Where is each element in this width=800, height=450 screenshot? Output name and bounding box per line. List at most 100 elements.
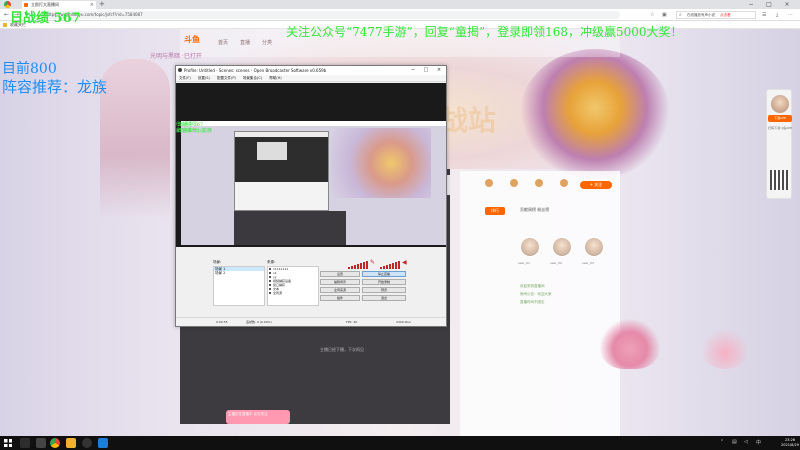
close-window-button[interactable]: × (780, 0, 794, 9)
obs-window[interactable]: Profile: Untitled - Scenes: scenes - Ope… (175, 65, 447, 327)
obs-title-bar: Profile: Untitled - Scenes: scenes - Ope… (176, 66, 446, 75)
search-hot-link[interactable]: 点击看 (720, 13, 731, 17)
url-field[interactable]: https://www.douyu.com/topic/jsfcf?rid=75… (40, 11, 620, 19)
volume-meter (386, 265, 388, 269)
minimize-button[interactable]: − (744, 0, 758, 9)
menu-help[interactable]: 帮助(H) (269, 76, 281, 80)
checkbox[interactable] (269, 272, 271, 274)
tab-close-icon[interactable]: × (90, 1, 94, 9)
scene-item[interactable]: 场景 2 (214, 271, 264, 275)
checkbox[interactable] (269, 284, 271, 286)
volume-meter (395, 262, 397, 269)
start-record-button[interactable]: 开始录制 (362, 279, 406, 285)
tray-arrow-icon[interactable]: ⌃ (720, 439, 724, 445)
menu-file[interactable]: 文件(F) (179, 76, 191, 80)
site-logo[interactable]: 斗鱼 (184, 34, 200, 45)
checkbox[interactable] (269, 288, 271, 290)
obs-status-bar: 0:00:55 丢帧数: 0 (0.00%) FPS: 30 2400 kb/s (176, 317, 446, 325)
search-icon: ⌕ (679, 12, 682, 18)
hero-left-art (100, 59, 170, 219)
nested-preview-inner (257, 142, 287, 160)
lotus-decoration (600, 319, 660, 369)
extension-icon[interactable]: ▣ (662, 11, 667, 19)
obs-close-button[interactable]: × (434, 66, 444, 75)
microphone-icon[interactable]: ✎ (370, 259, 375, 266)
more-icon[interactable]: ⋯ (788, 11, 793, 19)
obs-docks: 场景： 来源： 场景 1 场景 2 11111111 v1 yy 视频捕获设备 … (176, 249, 446, 326)
nav-category[interactable]: 分类 (262, 39, 272, 46)
nav-home[interactable]: 首页 (218, 39, 228, 46)
mascot-avatar (771, 95, 789, 113)
report-icon (560, 179, 568, 187)
nested-obs-window (234, 131, 329, 211)
qr-caption: 扫码下载斗鱼APP (768, 126, 792, 130)
nav-live[interactable]: 直播 (240, 39, 250, 46)
download-icon[interactable]: ⤓ (776, 11, 778, 19)
volume-icon[interactable]: ◁ (744, 439, 748, 445)
overlay-promo: 关注公众号“7477手游”，回复“童揭”，登录即领168，冲级赢5000大奖！ (286, 25, 683, 39)
source-list[interactable]: 11111111 v1 yy 视频捕获设备 窗口捕获 文本 全局源 (267, 266, 319, 306)
obs-preview[interactable]: 日战绩 567 阵容推荐：龙族 (176, 83, 446, 247)
system-clock[interactable]: 23:26 2021/8/29 (780, 438, 800, 448)
obs-taskbar-icon[interactable] (82, 438, 92, 448)
start-stream-button[interactable]: 停止直播 (362, 271, 406, 277)
star-icon[interactable]: ☆ (650, 11, 654, 19)
menu-profile[interactable]: 配置文件(P) (217, 76, 236, 80)
new-tab-button[interactable]: + (99, 0, 105, 9)
rank-tab[interactable]: 排行 (485, 207, 505, 215)
download-label: 下载APP (768, 115, 792, 122)
overlay-lineup: 阵容推荐：龙族 (2, 78, 108, 96)
network-icon[interactable]: ▤ (732, 439, 737, 445)
avatar[interactable] (584, 237, 604, 257)
checkbox[interactable] (269, 292, 271, 294)
browser-taskbar-icon[interactable] (50, 438, 60, 448)
source-item[interactable]: 全局源 (268, 291, 318, 295)
menu-icon[interactable]: ☰ (762, 11, 766, 19)
checkbox[interactable] (269, 280, 271, 282)
follow-button[interactable]: + 关注 (580, 181, 612, 189)
bitrate-readout: 2400 kb/s (396, 320, 411, 324)
plugins-button[interactable]: 插件 (320, 295, 360, 301)
app-download-card[interactable]: 下载APP 扫码下载斗鱼APP (766, 89, 792, 199)
folder-taskbar-icon[interactable] (66, 438, 76, 448)
audio-mixer[interactable]: ✎ ◀ (326, 255, 416, 269)
settings-button[interactable]: 设置 (320, 271, 360, 277)
volume-meter (389, 264, 391, 269)
back-icon[interactable]: ← (4, 9, 9, 21)
gift-popup[interactable]: 主播正在直播中 点击关注 (226, 410, 290, 424)
exit-button[interactable]: 退出 (362, 295, 406, 301)
search-taskbar-icon[interactable] (20, 438, 30, 448)
fans-icon (485, 179, 493, 187)
obs-title: Profile: Untitled - Scenes: scenes - Ope… (184, 68, 327, 73)
file-explorer-icon[interactable] (36, 438, 46, 448)
menu-scene-collection[interactable]: 场景集合(C) (243, 76, 262, 80)
browser-tab-bar: 立即打大直播间 × + − □ × (0, 0, 800, 9)
avatar[interactable] (552, 237, 572, 257)
volume-meter (357, 264, 359, 269)
scene-list[interactable]: 场景 1 场景 2 (213, 266, 265, 306)
browser-search-box[interactable]: ⌕ 在线播放有声小说 点击看 (676, 11, 756, 19)
checkbox[interactable] (269, 268, 271, 270)
global-sources-button[interactable]: 全局来源 (320, 287, 360, 293)
lotus-decoration (700, 329, 750, 369)
nested-address-bar (181, 121, 446, 126)
preview-button[interactable]: 预览 (362, 287, 406, 293)
nested-player (234, 211, 346, 245)
maximize-button[interactable]: □ (762, 0, 776, 9)
volume-meter (366, 261, 368, 269)
obs-minimize-button[interactable]: − (408, 66, 418, 75)
obs-maximize-button[interactable]: □ (421, 66, 431, 75)
avatar[interactable] (520, 237, 540, 257)
ime-icon[interactable]: 中 (756, 439, 761, 446)
menu-settings[interactable]: 设置(S) (198, 76, 210, 80)
checkbox[interactable] (269, 276, 271, 278)
search-placeholder: 在线播放有声小说 (687, 13, 715, 17)
edit-scene-button[interactable]: 编辑场景 (320, 279, 360, 285)
overlay-score: 日战绩 567 (10, 11, 81, 26)
windows-start-icon[interactable] (4, 439, 12, 447)
volume-meter (348, 267, 350, 269)
app-taskbar-icon[interactable] (98, 438, 108, 448)
side-tabs[interactable]: 贡献周榜 粉丝榜 (520, 207, 549, 213)
speaker-icon[interactable]: ◀ (402, 259, 407, 266)
avatar-name: user_01 (518, 261, 530, 265)
